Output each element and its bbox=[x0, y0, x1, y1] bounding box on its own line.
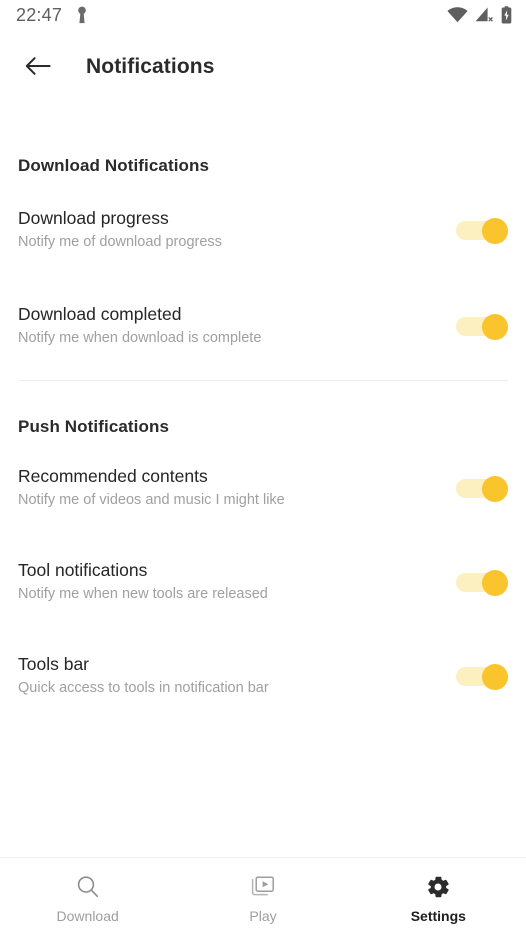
setting-row-tool-notifications[interactable]: Tool notifications Notify me when new to… bbox=[0, 551, 526, 613]
toggle-thumb bbox=[482, 570, 508, 596]
nav-label-download: Download bbox=[56, 908, 119, 924]
bottom-navigation-bar: Download Play Settings bbox=[0, 857, 526, 941]
toggle-thumb bbox=[482, 664, 508, 690]
row-texts: Tools bar Quick access to tools in notif… bbox=[18, 654, 440, 698]
setting-subtitle: Notify me of videos and music I might li… bbox=[18, 492, 285, 509]
toggle-tool-notifications[interactable] bbox=[456, 570, 508, 596]
setting-title: Recommended contents bbox=[18, 466, 208, 487]
section-divider bbox=[18, 380, 508, 381]
nav-label-settings: Settings bbox=[410, 908, 466, 924]
setting-subtitle: Notify me when download is complete bbox=[18, 330, 262, 347]
gear-icon bbox=[424, 872, 452, 902]
app-screen: 22:47 Notifications Download Notificatio… bbox=[0, 0, 526, 941]
page-title: Notifications bbox=[86, 55, 215, 78]
search-icon bbox=[74, 872, 102, 902]
nav-item-settings[interactable]: Settings bbox=[351, 858, 526, 941]
status-bar-left-icons bbox=[76, 6, 88, 24]
setting-title: Tool notifications bbox=[18, 560, 148, 581]
nav-item-download[interactable]: Download bbox=[0, 858, 175, 941]
setting-row-recommended-contents[interactable]: Recommended contents Notify me of videos… bbox=[0, 457, 526, 519]
setting-row-download-completed[interactable]: Download completed Notify me when downlo… bbox=[0, 295, 526, 357]
setting-title: Tools bar bbox=[18, 654, 90, 675]
arrow-left-icon bbox=[25, 56, 51, 79]
section-header-download-notifications: Download Notifications bbox=[18, 156, 210, 175]
setting-row-tools-bar[interactable]: Tools bar Quick access to tools in notif… bbox=[0, 645, 526, 707]
row-texts: Tool notifications Notify me when new to… bbox=[18, 560, 440, 604]
row-texts: Download progress Notify me of download … bbox=[18, 208, 440, 252]
nav-item-play[interactable]: Play bbox=[175, 858, 350, 941]
setting-title: Download progress bbox=[18, 208, 169, 229]
wifi-icon bbox=[447, 7, 468, 23]
toggle-recommended-contents[interactable] bbox=[456, 476, 508, 502]
toggle-download-progress[interactable] bbox=[456, 218, 508, 244]
video-library-icon bbox=[249, 872, 277, 902]
key-icon bbox=[76, 6, 88, 24]
setting-title: Download completed bbox=[18, 304, 182, 325]
section-header-push-notifications: Push Notifications bbox=[18, 417, 170, 436]
app-bar: Notifications bbox=[0, 30, 526, 104]
status-bar-clock: 22:47 bbox=[16, 5, 63, 25]
setting-row-download-progress[interactable]: Download progress Notify me of download … bbox=[0, 199, 526, 261]
settings-list: Download Notifications Download progress… bbox=[0, 104, 526, 857]
toggle-thumb bbox=[482, 218, 508, 244]
battery-charging-icon bbox=[501, 6, 512, 24]
toggle-tools-bar[interactable] bbox=[456, 664, 508, 690]
status-bar: 22:47 bbox=[0, 0, 526, 30]
nav-label-play: Play bbox=[249, 908, 277, 924]
setting-subtitle: Notify me of download progress bbox=[18, 234, 222, 251]
setting-subtitle: Quick access to tools in notification ba… bbox=[18, 680, 269, 697]
back-button[interactable] bbox=[20, 49, 56, 85]
status-bar-right-icons bbox=[447, 6, 512, 24]
toggle-thumb bbox=[482, 314, 508, 340]
row-texts: Recommended contents Notify me of videos… bbox=[18, 466, 440, 510]
setting-subtitle: Notify me when new tools are released bbox=[18, 586, 268, 603]
row-texts: Download completed Notify me when downlo… bbox=[18, 304, 440, 348]
toggle-thumb bbox=[482, 476, 508, 502]
toggle-download-completed[interactable] bbox=[456, 314, 508, 340]
cellular-signal-off-icon bbox=[475, 7, 494, 23]
